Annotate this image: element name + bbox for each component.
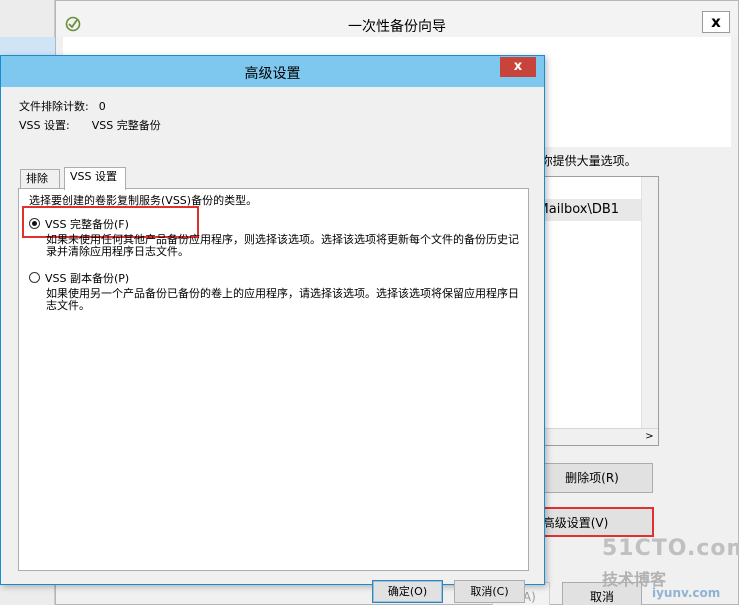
delete-item-button[interactable]: 删除项(R) [531,463,653,493]
vss-copy-backup-description: 如果使用另一个产品备份已备份的卷上的应用程序，请选择该选项。选择该选项将保留应用… [46,287,519,312]
ok-button[interactable]: 确定(O) [372,580,443,603]
dialog-close-button[interactable]: x [500,57,536,77]
wizard-close-button[interactable]: x [702,11,730,33]
wizard-cancel-button[interactable]: 取消 [562,582,642,605]
dialog-title: 高级设置 [244,66,301,82]
exclusion-count-value: 0 [98,100,106,113]
tab-exclusion[interactable]: 排除 [20,169,60,189]
vss-copy-backup-option[interactable]: VSS 副本备份(P) [29,270,129,286]
vss-setting-line: VSS 设置: VSS 完整备份 [19,117,161,133]
vss-full-backup-option[interactable]: VSS 完整备份(F) [29,216,129,232]
wizard-title: 一次性备份向导 [348,19,446,35]
vss-full-backup-description: 如果未使用任何其他产品备份应用程序，则选择该选项。选择该选项将更新每个文件的备份… [46,233,519,258]
scroll-right-icon[interactable]: > [642,430,657,444]
vss-full-backup-label: VSS 完整备份(F) [45,218,129,231]
wizard-titlebar: 一次性备份向导 x [56,1,738,37]
cancel-button[interactable]: 取消(C) [454,580,525,603]
vss-setting-value: VSS 完整备份 [91,119,161,132]
exclusion-count-label: 文件排除计数: [19,100,89,113]
advanced-settings-dialog: 高级设置 x 文件排除计数: 0 VSS 设置: VSS 完整备份 排除 VSS 设… [0,55,545,603]
tab-vss-settings[interactable]: VSS 设置 [64,167,126,190]
dialog-body: 文件排除计数: 0 VSS 设置: VSS 完整备份 排除 VSS 设置 选择要创建… [1,87,544,603]
radio-selected-icon[interactable] [29,218,40,229]
list-vertical-scrollbar[interactable] [641,177,658,429]
radio-unselected-icon[interactable] [29,272,40,283]
dialog-titlebar[interactable]: 高级设置 x [1,56,544,87]
vss-setting-label: VSS 设置: [19,119,70,132]
exclusion-count-line: 文件排除计数: 0 [19,98,106,114]
vss-copy-backup-label: VSS 副本备份(P) [45,272,130,285]
vss-settings-panel: 选择要创建的卷影复制服务(VSS)备份的类型。 VSS 完整备份(F) 如果未使… [18,188,529,571]
